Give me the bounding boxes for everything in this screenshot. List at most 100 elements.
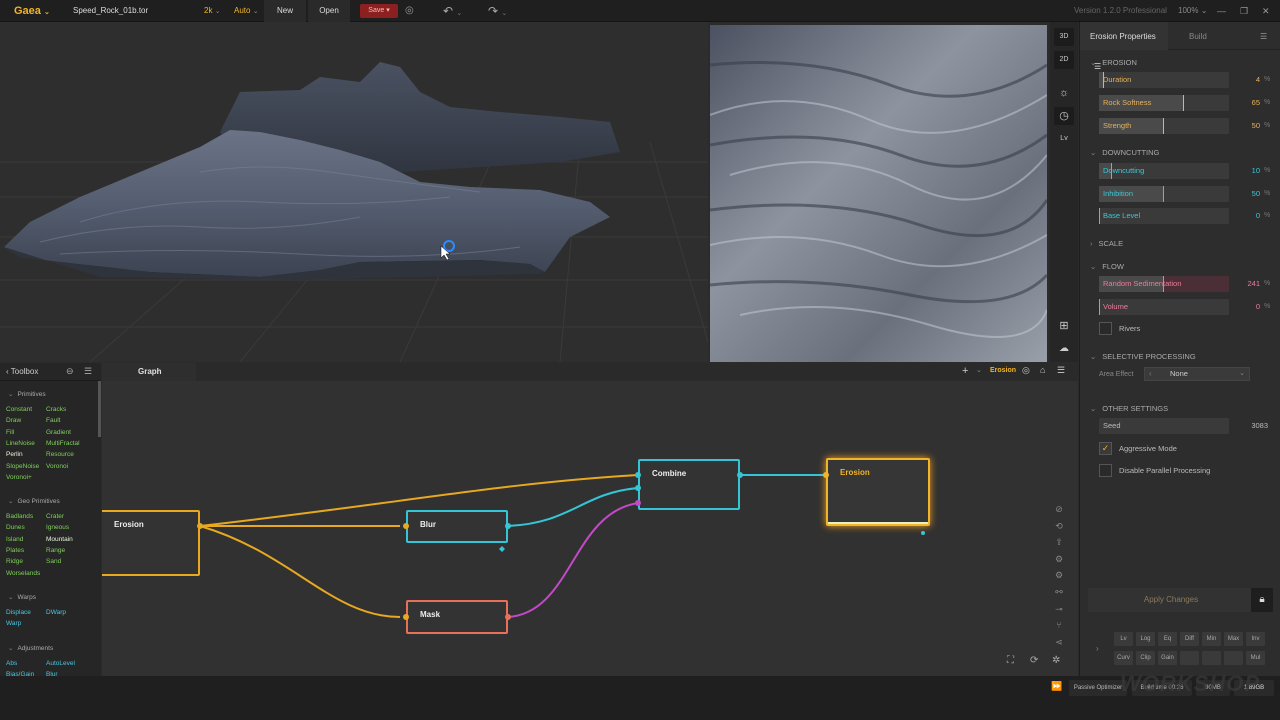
zoom-select[interactable]: 100% ⌄ [1178, 0, 1207, 22]
link-icon[interactable]: ⚯ [1052, 584, 1066, 601]
section-other-settings[interactable]: ⌄ OTHER SETTINGS [1090, 404, 1168, 413]
disable-icon[interactable]: ⊘ [1052, 501, 1066, 518]
passive-optimizer-toggle[interactable]: Passive Optimizer [1069, 680, 1127, 696]
toolbox-node[interactable]: Cracks [46, 406, 66, 413]
quick-button[interactable]: Min [1202, 632, 1221, 646]
toolbox-node[interactable]: Perlin [6, 451, 23, 458]
param-value[interactable]: 0 [1230, 299, 1260, 315]
param-slider-base-level[interactable]: Base Level [1099, 208, 1229, 224]
network-icon[interactable]: ✲ [1052, 655, 1060, 666]
grid-icon[interactable]: ⊞ [1054, 317, 1074, 335]
param-slider-random-sedimentation[interactable]: Random Sedimentation [1099, 276, 1229, 292]
toolbox-node[interactable]: Worselands [6, 570, 40, 577]
toolbox-node[interactable]: AutoLevel [46, 660, 75, 667]
section-scale[interactable]: › SCALE [1090, 239, 1123, 248]
seed-value[interactable]: 3083 [1238, 418, 1268, 434]
toolbox-node[interactable]: Dunes [6, 524, 25, 531]
tab-erosion-properties[interactable]: Erosion Properties ☰ [1080, 22, 1168, 71]
toolbox-title[interactable]: ‹ Toolbox [6, 367, 38, 376]
fit-view-icon[interactable]: ⛶ [1007, 655, 1014, 666]
mode-select[interactable]: Auto ⌄ [234, 0, 259, 22]
param-value[interactable]: 0 [1230, 208, 1260, 224]
toolbox-node[interactable]: Fault [46, 417, 60, 424]
toolbox-category[interactable]: ⌄ Primitives [8, 390, 46, 398]
param-value[interactable]: 50 [1230, 118, 1260, 134]
minimize-icon[interactable]: — [1217, 0, 1226, 22]
quick-button[interactable]: Curv [1114, 651, 1133, 665]
toolbox-category[interactable]: ⌄ Warps [8, 593, 36, 601]
menu-icon[interactable]: ☰ [1260, 22, 1267, 50]
param-slider-strength[interactable]: Strength [1099, 118, 1229, 134]
toolbox-node[interactable]: Abs [6, 660, 17, 667]
param-slider-downcutting[interactable]: Downcutting [1099, 163, 1229, 179]
toolbox-node[interactable]: Constant [6, 406, 32, 413]
quick-button[interactable] [1224, 651, 1243, 665]
param-value[interactable]: 4 [1230, 72, 1260, 88]
cloud-icon[interactable]: ☁ [1054, 340, 1074, 358]
gear-icon[interactable]: ⚙ [1052, 567, 1066, 584]
param-slider-volume[interactable]: Volume [1099, 299, 1229, 315]
graph-node-blur[interactable]: Blur [406, 510, 508, 543]
quick-button[interactable]: Diff [1180, 632, 1199, 646]
branch-icon[interactable]: ⑂ [1052, 617, 1066, 634]
quick-button[interactable]: Lv [1114, 632, 1133, 646]
sun-icon[interactable]: ☼ [1054, 84, 1074, 102]
graph-node-mask[interactable]: Mask [406, 600, 508, 634]
param-value[interactable]: 10 [1230, 163, 1260, 179]
rivers-checkbox[interactable] [1099, 322, 1112, 335]
settings-icon[interactable]: ⚙ [1052, 551, 1066, 568]
param-slider-inhibition[interactable]: Inhibition [1099, 186, 1229, 202]
disable-parallel-checkbox[interactable] [1099, 464, 1112, 477]
graph-editor[interactable]: Graph + ⌄ Erosion ◎ ⌂ ☰ Erosion Blur Mas… [102, 363, 1078, 676]
undo-icon[interactable]: ↶ ⌄ [443, 0, 462, 22]
chevron-right-icon[interactable]: › [1096, 644, 1099, 653]
close-icon[interactable]: ✕ [1262, 0, 1270, 22]
graph-node-erosion-output[interactable]: Erosion [826, 458, 930, 526]
quick-button[interactable]: Mul [1246, 651, 1265, 665]
quick-button[interactable]: Gain [1158, 651, 1177, 665]
toolbox-node[interactable]: LineNoise [6, 440, 35, 447]
toolbox-scrollbar[interactable] [98, 381, 101, 437]
toolbox-node[interactable]: MultiFractal [46, 440, 80, 447]
graph-node-combine[interactable]: Combine [638, 459, 740, 510]
play-icon[interactable]: ⏩ [1051, 681, 1062, 692]
quick-button[interactable]: Eq [1158, 632, 1177, 646]
quick-button[interactable]: Inv [1246, 632, 1265, 646]
connector-icon[interactable]: ⊸ [1052, 601, 1066, 618]
toolbox-node[interactable]: Voronoi [46, 463, 68, 470]
open-button[interactable]: Open [308, 0, 350, 22]
sync-icon[interactable]: ⟳ [1030, 655, 1038, 666]
toolbox-node[interactable]: Mountain [46, 536, 73, 543]
apply-changes-button[interactable]: Apply Changes [1088, 588, 1254, 612]
quick-button[interactable]: Max [1224, 632, 1243, 646]
viewport-3d[interactable] [0, 22, 708, 362]
quick-button[interactable]: Log [1136, 632, 1155, 646]
param-slider-duration[interactable]: Duration [1099, 72, 1229, 88]
levels-button[interactable]: Lv [1054, 130, 1074, 148]
viewport-2d[interactable] [710, 25, 1047, 362]
toolbox-node[interactable]: Resource [46, 451, 74, 458]
app-menu-button[interactable]: Gaea ⌄ [14, 0, 50, 22]
share-icon[interactable]: ⋖ [1052, 634, 1066, 651]
new-button[interactable]: New [264, 0, 306, 22]
toolbox-node[interactable]: Ridge [6, 558, 23, 565]
restore-icon[interactable]: ❐ [1240, 0, 1248, 22]
param-value[interactable]: 50 [1230, 186, 1260, 202]
toolbox-node[interactable]: Warp [6, 620, 21, 627]
seed-field[interactable]: Seed [1099, 418, 1229, 434]
tab-build[interactable]: Build [1189, 22, 1207, 50]
resolution-select[interactable]: 2k ⌄ [204, 0, 221, 22]
param-slider-rock-softness[interactable]: Rock Softness [1099, 95, 1229, 111]
toolbox-node[interactable]: Island [6, 536, 23, 543]
toolbox-node[interactable]: Fill [6, 429, 14, 436]
toolbox-node[interactable]: Voronoi+ [6, 474, 32, 481]
quick-button[interactable]: Clip [1136, 651, 1155, 665]
quick-button[interactable] [1180, 651, 1199, 665]
toolbox-node[interactable]: Gradient [46, 429, 71, 436]
area-effect-select[interactable]: ‹ None ⌄ [1144, 367, 1250, 381]
lock-icon[interactable]: 🔒︎ [1251, 588, 1273, 612]
aggressive-mode-checkbox[interactable]: ✓ [1099, 442, 1112, 455]
toolbox-node[interactable]: Igneous [46, 524, 69, 531]
toolbox-node[interactable]: Displace [6, 609, 31, 616]
toolbox-category[interactable]: ⌄ Adjustments [8, 644, 53, 652]
